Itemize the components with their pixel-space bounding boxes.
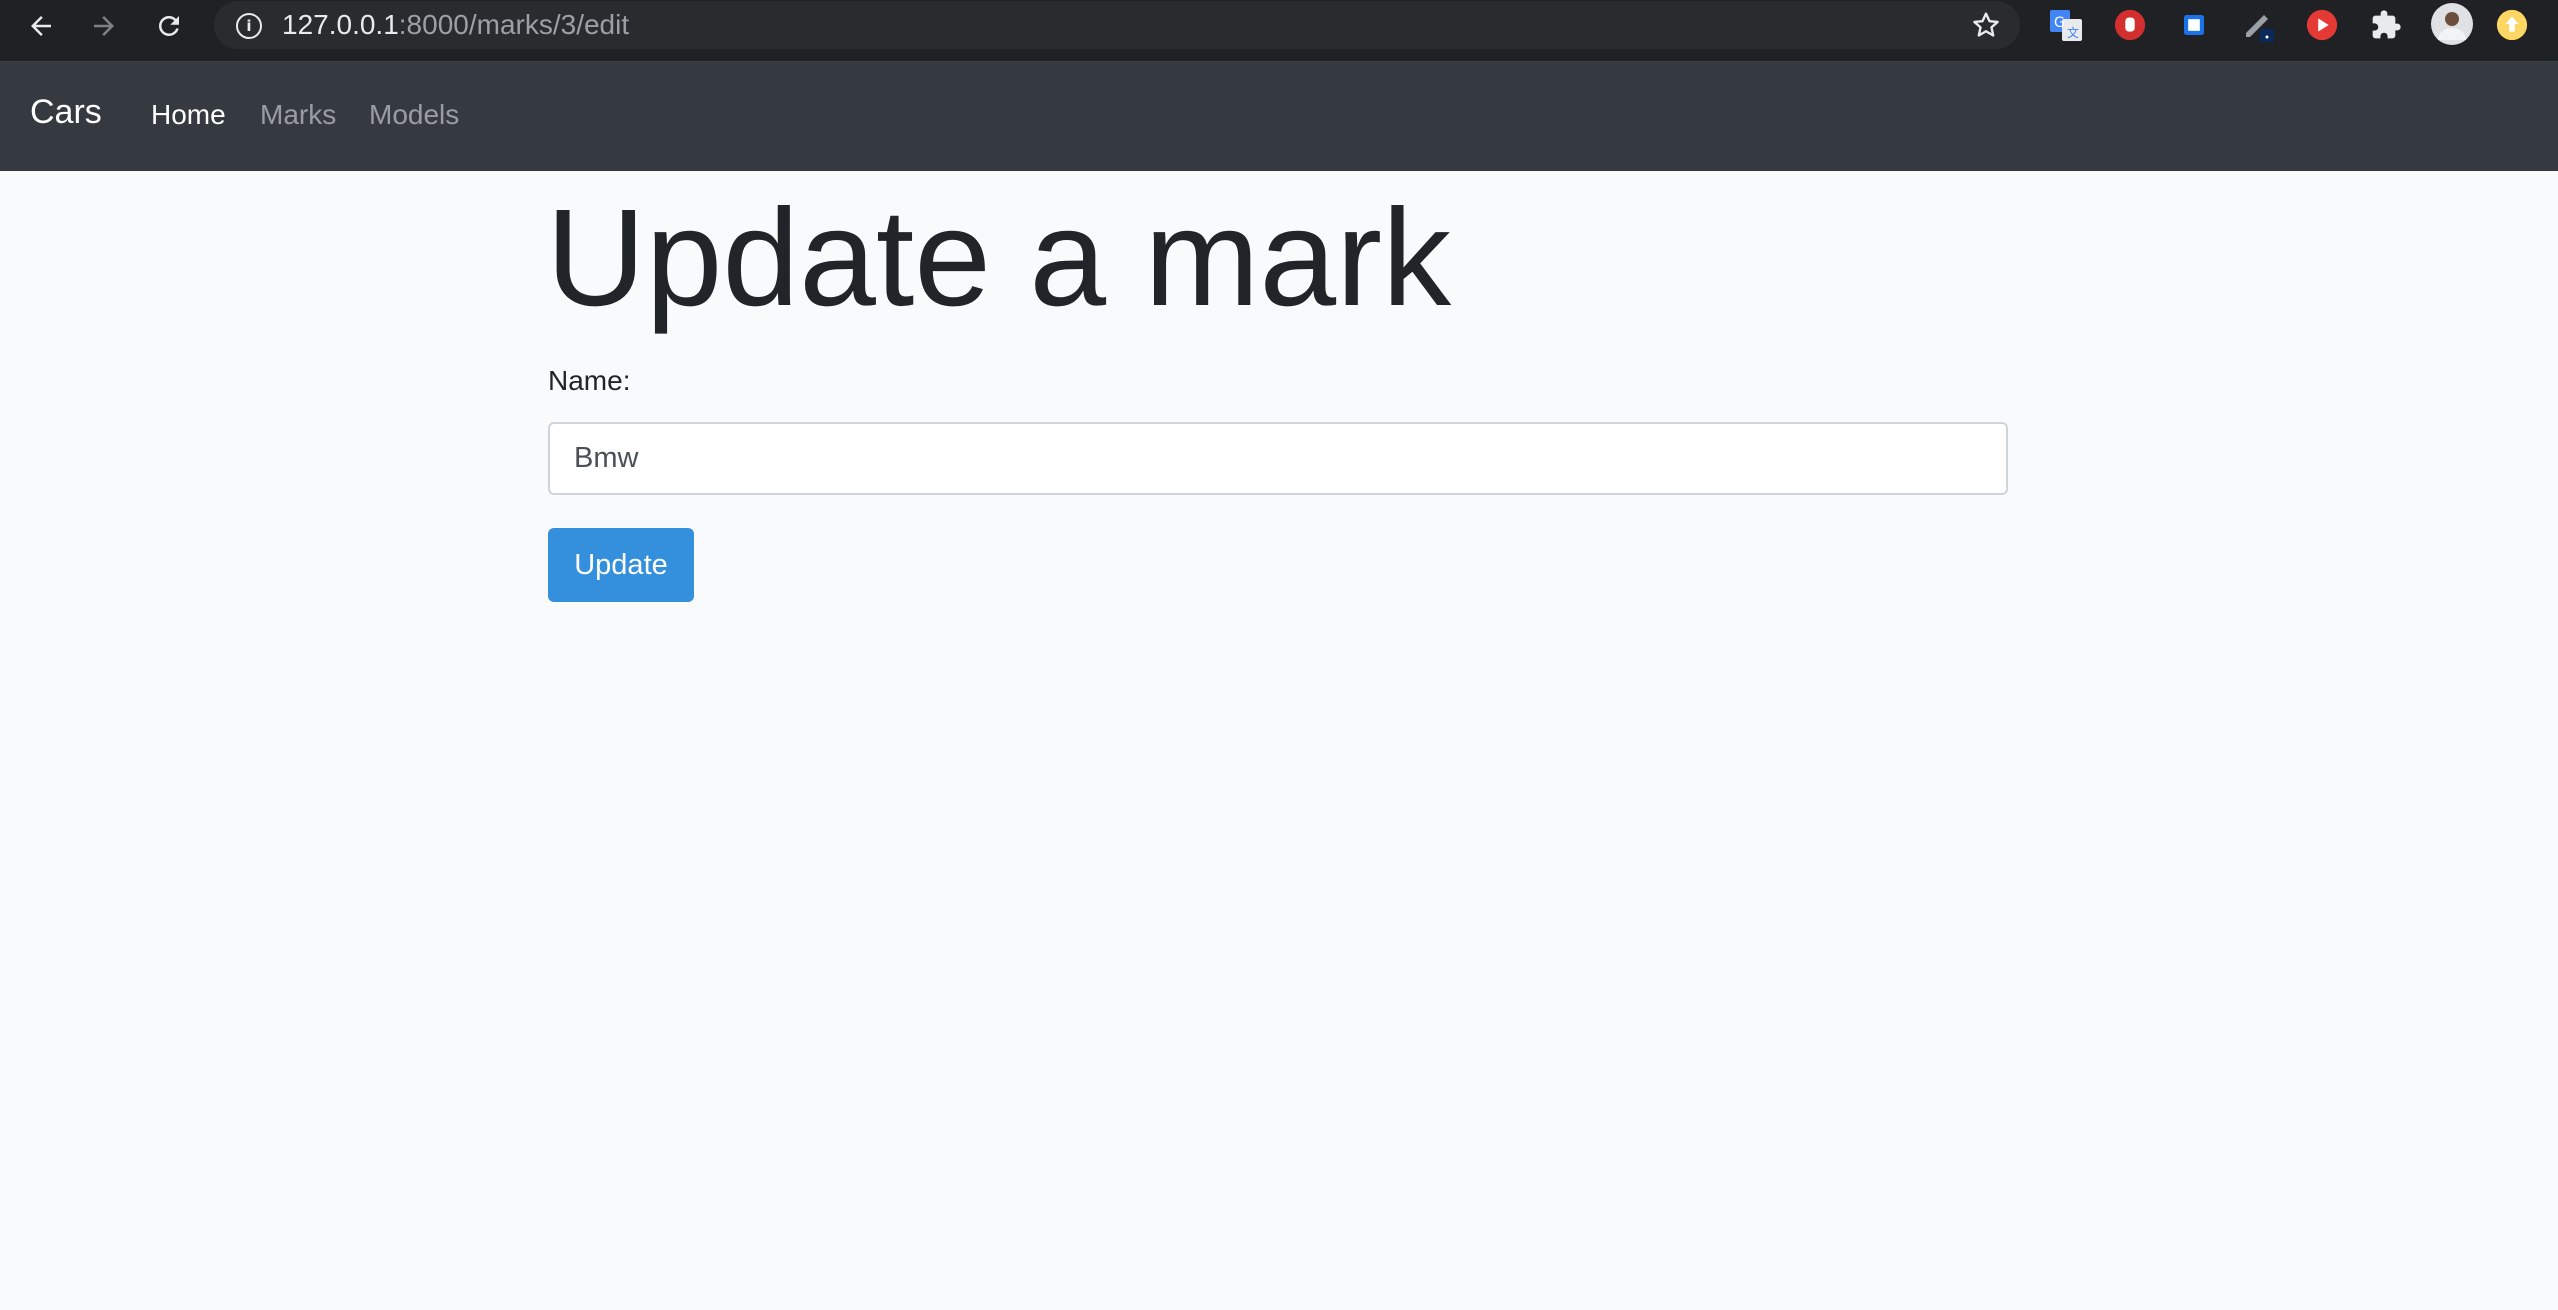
extensions-puzzle-icon[interactable]: [2368, 7, 2404, 43]
nav-link-marks[interactable]: Marks: [260, 99, 336, 131]
app-navbar: Cars Home Marks Models: [0, 62, 2558, 171]
nav-link-models[interactable]: Models: [369, 99, 459, 131]
profile-avatar[interactable]: [2430, 2, 2474, 46]
update-button[interactable]: Update: [548, 528, 694, 602]
nav-link-home[interactable]: Home: [151, 99, 226, 131]
navbar-brand[interactable]: Cars: [30, 93, 102, 132]
translate-extension-icon[interactable]: G文: [2048, 7, 2084, 43]
name-label: Name:: [548, 365, 631, 396]
adblock-extension-icon[interactable]: [2112, 7, 2148, 43]
name-input[interactable]: [548, 422, 2008, 495]
square-extension-icon[interactable]: [2176, 7, 2212, 43]
youtube-extension-icon[interactable]: [2304, 7, 2340, 43]
back-arrow-icon[interactable]: [21, 6, 61, 46]
bookmark-star-icon[interactable]: [1970, 9, 2002, 41]
svg-text:文: 文: [2067, 25, 2079, 40]
url-host: 127.0.0.1: [282, 9, 399, 40]
url-text[interactable]: 127.0.0.1:8000/marks/3/edit: [282, 9, 629, 41]
url-path: :8000/marks/3/edit: [398, 9, 630, 40]
address-bar[interactable]: i 127.0.0.1:8000/marks/3/edit: [214, 1, 2020, 49]
update-indicator-icon[interactable]: [2494, 7, 2530, 43]
reload-icon[interactable]: [149, 6, 189, 46]
forward-arrow-icon[interactable]: [84, 6, 124, 46]
site-info-icon[interactable]: i: [236, 13, 262, 39]
pen-extension-icon[interactable]: [2240, 7, 2276, 43]
browser-toolbar: i 127.0.0.1:8000/marks/3/edit G文: [0, 0, 2558, 62]
page-title: Update a mark: [546, 181, 1452, 335]
svg-text:G: G: [2054, 15, 2065, 31]
